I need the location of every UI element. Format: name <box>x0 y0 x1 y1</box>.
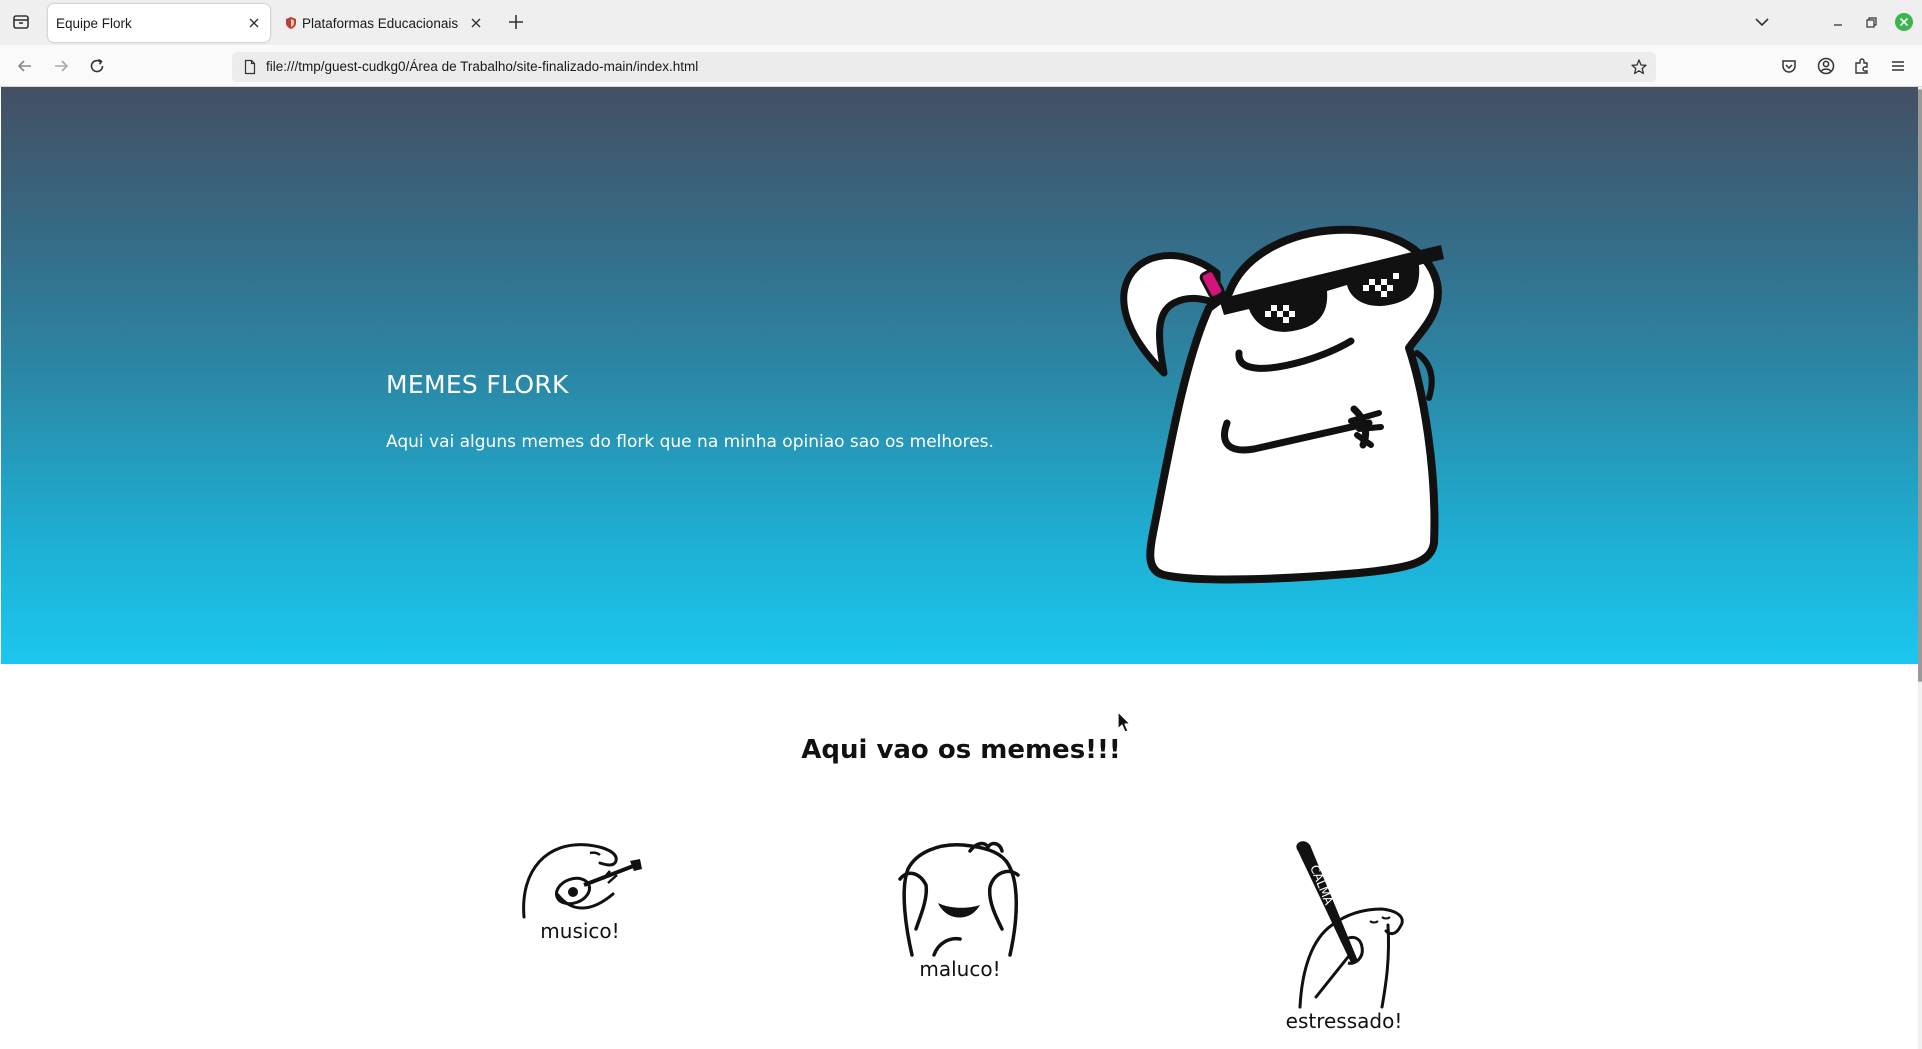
meme-card-maluco: maluco! <box>880 839 1040 981</box>
flork-calma-bat-image: CALMA <box>1295 841 1404 1009</box>
url-text[interactable]: file:///tmp/guest-cudkg0/Área de Trabalh… <box>266 59 698 74</box>
tab-plataformas-educacionais[interactable]: Plataformas Educacionais <box>278 4 492 42</box>
flork-guitar-image <box>521 843 642 919</box>
pocket-icon[interactable] <box>1778 55 1800 77</box>
tab-list-icon[interactable] <box>10 11 32 33</box>
mouse-pointer-icon <box>1117 711 1131 733</box>
list-all-tabs-chevron-icon[interactable] <box>1752 12 1772 32</box>
extensions-puzzle-icon[interactable] <box>1851 55 1873 77</box>
restore-icon[interactable] <box>1861 12 1881 32</box>
page-file-icon <box>244 59 256 75</box>
close-tab-icon[interactable] <box>246 15 262 31</box>
shield-favicon-icon <box>286 17 296 29</box>
hero-description: Aqui vai alguns memes do flork que na mi… <box>386 432 994 452</box>
minimize-icon[interactable] <box>1828 12 1848 32</box>
back-arrow-icon[interactable] <box>14 55 36 77</box>
flork-sunglasses-mascot-image <box>1120 225 1444 584</box>
tab-title: Plataformas Educacionais <box>302 15 459 31</box>
account-icon[interactable] <box>1815 55 1837 77</box>
tab-title: Equipe Flork <box>56 15 132 31</box>
tab-bar: Equipe Flork Plataformas Educacionais <box>0 0 1922 45</box>
address-bar[interactable]: file:///tmp/guest-cudkg0/Área de Trabalh… <box>232 52 1656 82</box>
hero-title: MEMES FLORK <box>386 370 569 399</box>
hero-banner: MEMES FLORK Aqui vai alguns memes do flo… <box>1 87 1918 664</box>
page-viewport: MEMES FLORK Aqui vai alguns memes do flo… <box>0 87 1922 1049</box>
meme-caption: musico! <box>540 919 620 943</box>
meme-caption: maluco! <box>919 957 1001 981</box>
flork-crazy-image <box>897 841 1020 957</box>
close-window-icon[interactable] <box>1894 12 1914 32</box>
reload-icon[interactable] <box>86 55 108 77</box>
scrollbar-thumb[interactable] <box>1918 89 1922 682</box>
forward-arrow-icon[interactable] <box>50 55 72 77</box>
page-scrollbar[interactable] <box>1918 87 1922 1049</box>
hamburger-menu-icon[interactable] <box>1887 55 1909 77</box>
close-tab-icon[interactable] <box>468 15 484 31</box>
tab-equipe-flork[interactable]: Equipe Flork <box>48 4 270 42</box>
meme-card-estressado: CALMA estressado! <box>1264 839 1424 1033</box>
meme-caption: estressado! <box>1285 1009 1403 1033</box>
bat-text: CALMA <box>1307 863 1336 908</box>
navigation-toolbar: file:///tmp/guest-cudkg0/Área de Trabalh… <box>0 45 1922 87</box>
bookmark-star-icon[interactable] <box>1630 58 1648 76</box>
meme-card-musico: musico! <box>500 839 660 943</box>
memes-section-title: Aqui vao os memes!!! <box>801 735 1121 765</box>
new-tab-plus-icon[interactable] <box>506 12 526 32</box>
